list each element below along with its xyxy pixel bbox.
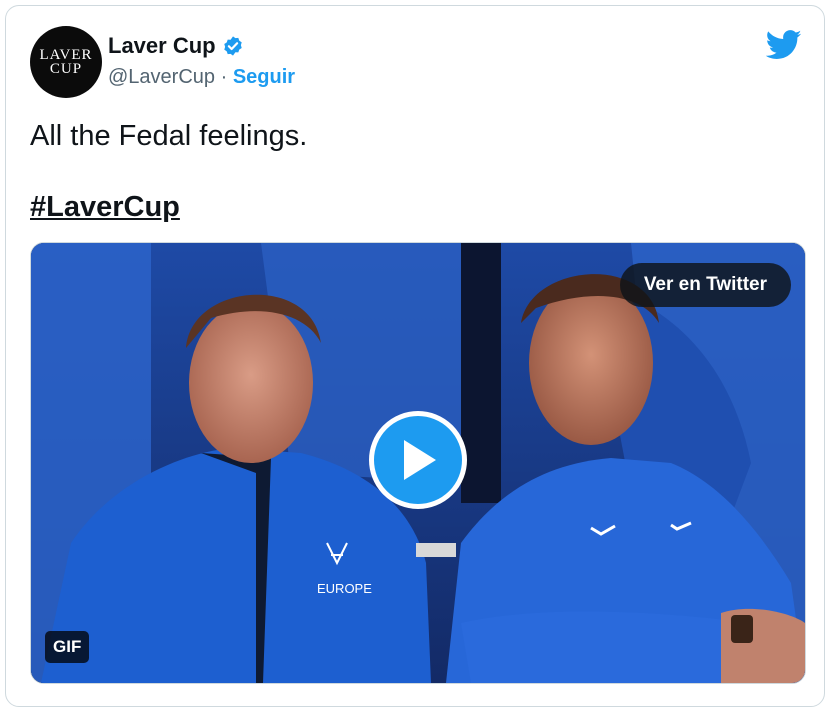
jacket-logo-text: EUROPE [317,581,372,596]
author-name-row[interactable]: Laver Cup [108,33,244,59]
author-handle-row: @LaverCup · Seguir [108,66,295,89]
view-on-twitter-button[interactable]: Ver en Twitter [619,263,791,307]
author-display-name[interactable]: Laver Cup [108,33,216,59]
tweet-text: All the Fedal feelings. [30,120,308,152]
gif-badge: GIF [45,631,90,663]
gif-media[interactable]: EUROPE Ver en Twitter GIF [30,242,806,684]
twitter-bird-icon[interactable] [766,30,802,60]
avatar[interactable]: LAVER CUP [30,26,102,98]
author-handle[interactable]: @LaverCup [108,66,215,88]
play-button[interactable] [369,411,467,509]
hashtag-link[interactable]: #LaverCup [30,191,180,224]
play-icon [404,440,436,480]
verified-badge-icon [223,36,242,56]
avatar-text-line1: LAVER [39,47,93,63]
separator-dot: · [220,66,228,88]
avatar-text-line2: CUP [49,61,83,77]
follow-link[interactable]: Seguir [233,66,295,88]
